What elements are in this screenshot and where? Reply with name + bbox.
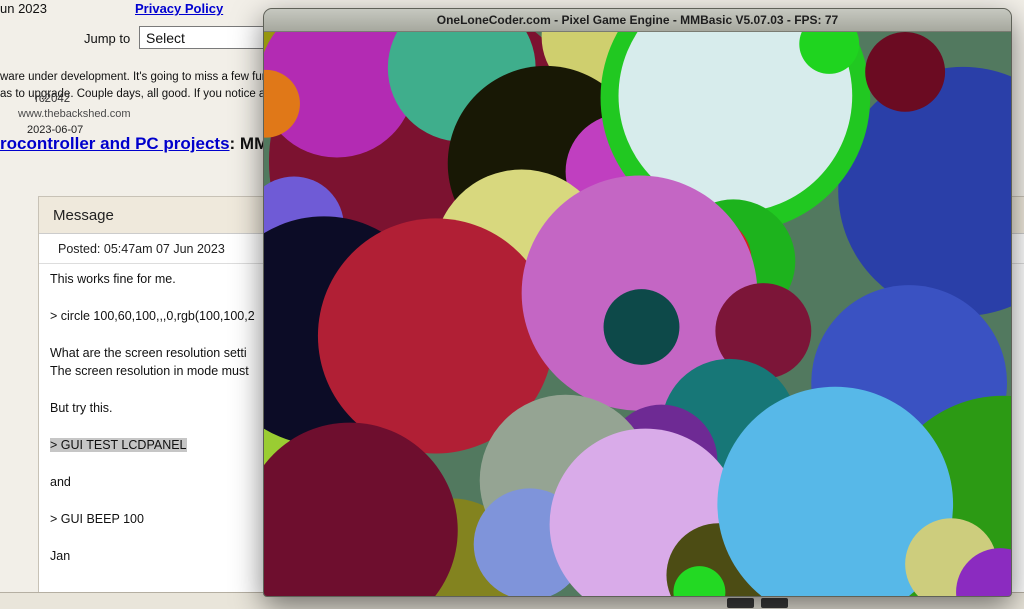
window-title: OneLoneCoder.com - Pixel Game Engine - M… — [437, 13, 838, 27]
forum-section-link[interactable]: rocontroller and PC projects — [0, 134, 230, 153]
site-url-text: www.thebackshed.com — [18, 108, 131, 120]
jump-to-select-value: Select — [146, 30, 185, 46]
selected-text: > GUI TEST LCDPANEL — [50, 438, 187, 452]
canvas-wrap — [264, 32, 1011, 596]
jump-to-label: Jump to — [84, 31, 130, 46]
page-date-fragment: un 2023 — [0, 1, 47, 16]
taskbar-icon[interactable] — [727, 598, 754, 608]
notice-overlay-code: rc2042 — [35, 93, 70, 105]
game-canvas[interactable] — [264, 32, 1011, 596]
topic-breadcrumb: rocontroller and PC projects: MMBa — [0, 134, 290, 154]
taskbar-icon[interactable] — [761, 598, 788, 608]
notice-line-1: ware under development. It's going to mi… — [0, 71, 308, 83]
pge-window: OneLoneCoder.com - Pixel Game Engine - M… — [263, 8, 1012, 597]
privacy-policy-link[interactable]: Privacy Policy — [135, 1, 223, 16]
window-titlebar[interactable]: OneLoneCoder.com - Pixel Game Engine - M… — [264, 9, 1011, 32]
